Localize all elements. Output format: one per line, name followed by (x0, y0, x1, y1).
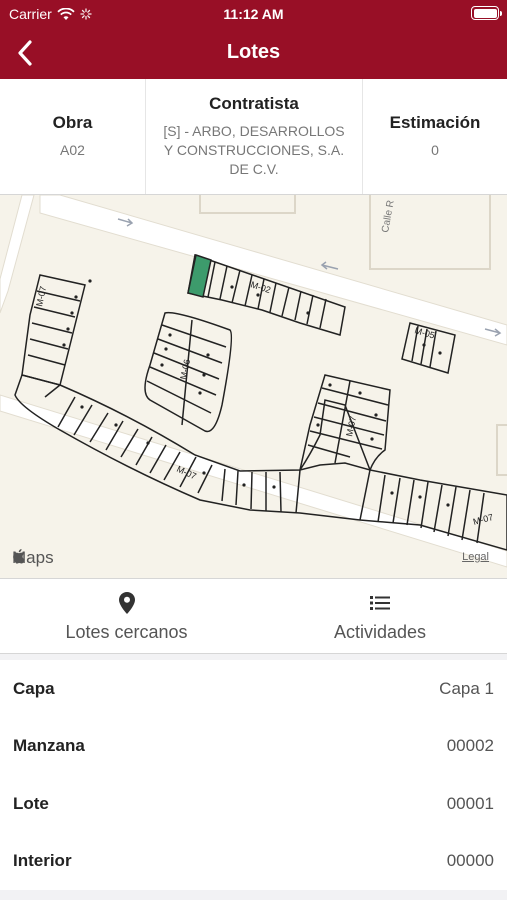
detail-value: Capa 1 (439, 678, 494, 698)
detail-key: Capa (13, 678, 55, 698)
detail-value: 00001 (446, 793, 494, 813)
estimacion-label: Estimación (389, 113, 481, 132)
obra-value: A02 (60, 142, 85, 158)
nav-bar: Lotes (0, 28, 507, 79)
detail-row-manzana: Manzana 00002 (0, 718, 507, 776)
detail-row-lote: Lote 00001 (0, 775, 507, 833)
obra-cell: Obra A02 (0, 79, 145, 194)
top-bar: Carrier 11:12 AM Lotes (0, 0, 507, 79)
detail-value: 00002 (446, 736, 494, 756)
info-header: Obra A02 Contratista [S] - ARBO, DESARRO… (0, 79, 507, 195)
tab-lotes-cercanos-label: Lotes cercanos (65, 621, 188, 642)
battery-icon (471, 6, 502, 20)
map-view[interactable]: Calle R M-02 M-06 M-05 M-07 M-07 M-07 M-… (0, 195, 507, 578)
tab-actividades-label: Actividades (333, 621, 427, 642)
detail-row-capa: Capa Capa 1 (0, 660, 507, 718)
tab-lotes-cercanos[interactable]: Lotes cercanos (0, 579, 253, 653)
estimacion-cell: Estimación 0 (363, 79, 507, 194)
contratista-label: Contratista (209, 94, 299, 113)
maps-attribution: Maps (12, 548, 54, 568)
map-canvas: Calle R M-02 M-06 M-05 M-07 M-07 M-07 M-… (0, 195, 507, 568)
contratista-value: [S] - ARBO, DESARROLLOS Y CONSTRUCCIONES… (163, 123, 345, 177)
location-pin-icon (118, 591, 135, 614)
legal-link[interactable]: Legal (462, 551, 489, 563)
status-time: 11:12 AM (223, 6, 284, 22)
detail-key: Interior (13, 851, 72, 871)
block-label-m07-east: M-07 (472, 512, 494, 527)
block-m07-south (14, 374, 507, 551)
page-title: Lotes (226, 41, 281, 63)
apple-logo-icon (13, 549, 25, 564)
street-label: Calle R (380, 199, 397, 233)
block-label-m06: M-06 (178, 358, 192, 380)
contratista-cell: Contratista [S] - ARBO, DESARROLLOS Y CO… (145, 79, 363, 194)
action-tabs: Lotes cercanos Actividades (0, 578, 507, 654)
detail-value: 00000 (446, 851, 494, 871)
detail-row-interior: Interior 00000 (0, 833, 507, 891)
details-list: Capa Capa 1 Manzana 00002 Lote 00001 Int… (0, 660, 507, 890)
selected-lot[interactable] (187, 254, 212, 298)
block-m07-west (21, 274, 86, 386)
list-icon (370, 595, 390, 610)
block-m07-center (299, 374, 391, 472)
obra-label: Obra (52, 113, 93, 132)
tab-actividades[interactable]: Actividades (253, 579, 507, 653)
road-network (0, 195, 507, 568)
estimacion-value: 0 (431, 142, 439, 158)
detail-key: Manzana (13, 736, 85, 756)
lot-markers (62, 279, 450, 507)
status-bar: Carrier 11:12 AM (0, 0, 507, 28)
detail-key: Lote (13, 793, 49, 813)
